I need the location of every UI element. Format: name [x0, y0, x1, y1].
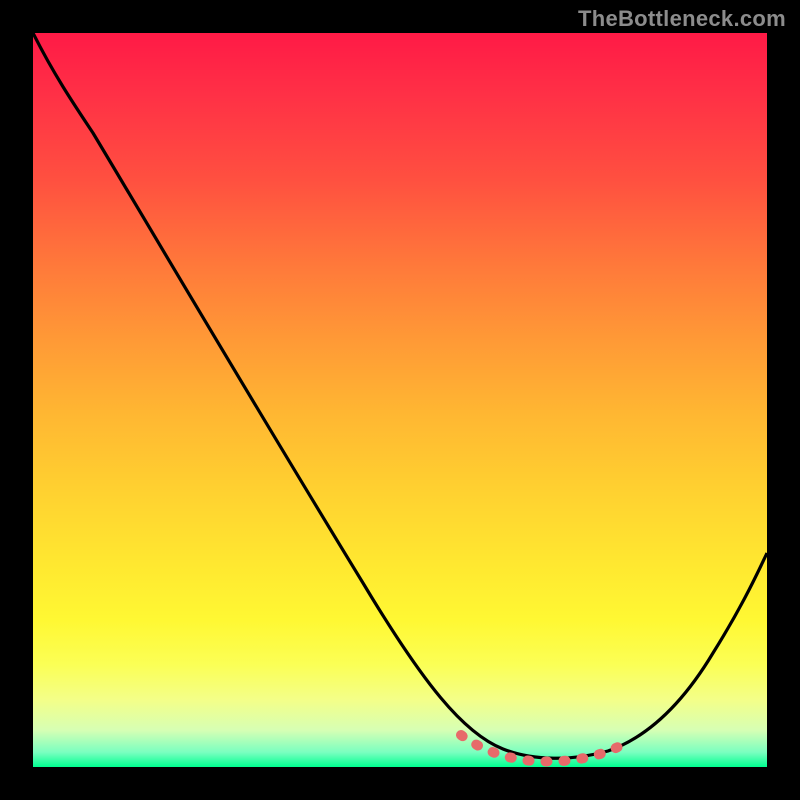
watermark-text: TheBottleneck.com	[578, 6, 786, 32]
chart-frame: TheBottleneck.com	[0, 0, 800, 800]
plot-area	[33, 33, 767, 767]
bottleneck-curve	[33, 33, 767, 767]
